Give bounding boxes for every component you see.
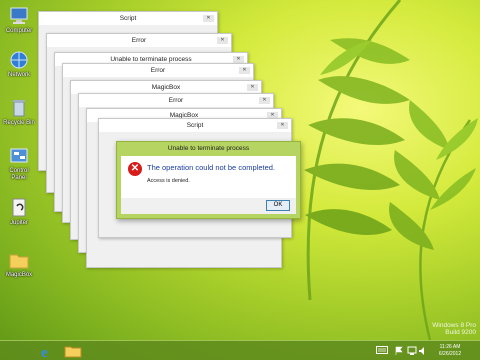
file-explorer-icon [64, 346, 82, 358]
desktop-icons: Computer Network Recycle Bin Control Pan… [0, 0, 40, 340]
svg-text:e: e [41, 345, 48, 359]
taskbar-app-explorer[interactable] [62, 343, 84, 359]
window-title: Script [186, 122, 204, 129]
clock-time[interactable]: 11:26 AM [430, 344, 470, 350]
flag-icon[interactable] [394, 346, 404, 356]
window-title: Error [168, 97, 184, 104]
desktop-icon-recycle-bin[interactable]: Recycle Bin [2, 98, 36, 127]
volume-icon[interactable] [418, 346, 428, 356]
network-icon [10, 51, 28, 69]
internet-explorer-icon: e [41, 345, 48, 360]
clock-date[interactable]: 6/26/2012 [430, 351, 470, 357]
window-title: Script [119, 15, 137, 22]
close-icon[interactable]: ✕ [217, 37, 228, 44]
close-icon[interactable]: ✕ [203, 15, 214, 22]
error-dialog[interactable]: Unable to terminate process ✕ The operat… [116, 141, 301, 219]
desktop-icon-label: Control Panel [9, 168, 29, 181]
taskbar-app-ie[interactable]: e [36, 343, 58, 360]
desktop-icon-label: Computer [5, 28, 33, 34]
ok-button[interactable]: OK [266, 200, 290, 211]
close-icon[interactable]: ✕ [233, 56, 244, 63]
window-title: MagicBox [151, 84, 181, 91]
window-title: Unable to terminate process [110, 56, 192, 63]
dialog-title: Unable to terminate process [167, 145, 250, 152]
os-watermark: Windows 8 Pro Build 9200 [432, 322, 476, 336]
keyboard-icon[interactable] [376, 346, 388, 356]
error-detail: Access is denied. [147, 178, 190, 184]
desktop-icon-label: Recycle Bin [3, 120, 35, 126]
network-status-icon[interactable] [407, 346, 417, 356]
watermark-build: Build 9200 [445, 329, 476, 336]
error-icon: ✕ [128, 162, 142, 176]
desktop-icon-network[interactable]: Network [2, 50, 36, 79]
window-title: Error [131, 37, 147, 44]
folder-icon [9, 254, 29, 269]
close-icon[interactable]: ✕ [239, 67, 250, 74]
desktop-icon-computer[interactable]: Computer [2, 6, 36, 35]
window-title: Error [150, 67, 166, 74]
recycle-bin-icon [13, 100, 25, 117]
error-message: The operation could not be completed. [147, 163, 276, 172]
watermark-edition: Windows 8 Pro [432, 322, 476, 329]
shortcut-icon [12, 198, 26, 217]
desktop-icon-jupiter[interactable]: Jupiter [2, 198, 36, 227]
desktop-icon-label: MagicBox [5, 272, 33, 278]
close-icon[interactable]: ✕ [259, 97, 270, 104]
desktop-icon-control-panel[interactable]: Control Panel [2, 146, 36, 182]
taskbar: e 11:26 AM 6/26/2012 [0, 340, 480, 360]
desktop-icon-label: Jupiter [9, 220, 28, 226]
desktop-icon-label: Network [7, 72, 30, 78]
close-icon[interactable]: ✕ [247, 84, 258, 91]
close-icon[interactable]: ✕ [277, 122, 288, 129]
control-panel-icon [10, 148, 28, 163]
desktop-icon-magicbox[interactable]: MagicBox [2, 250, 36, 279]
computer-icon [10, 7, 28, 24]
